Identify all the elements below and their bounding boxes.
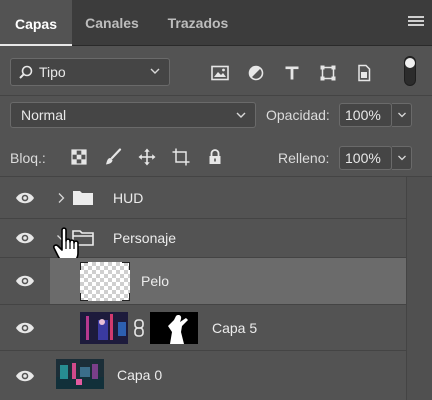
divider xyxy=(0,95,432,96)
layer-row-pelo[interactable]: Pelo xyxy=(0,258,406,305)
chevron-down-icon xyxy=(397,112,406,118)
layer-name: Pelo xyxy=(141,273,170,289)
chevron-down-icon xyxy=(236,112,246,118)
chevron-down-icon xyxy=(150,68,160,74)
fill-label: Relleno: xyxy=(278,150,330,166)
lock-transparent-pixels-icon[interactable] xyxy=(62,146,96,168)
layers-scrollbar[interactable] xyxy=(406,177,432,400)
layer-filter-row: Tipo xyxy=(10,56,422,88)
panel-tab-bar: Capas Canales Trazados xyxy=(0,0,432,47)
lock-all-icon[interactable] xyxy=(198,146,232,168)
fill-input[interactable]: 100% xyxy=(339,146,392,170)
lock-icons-group xyxy=(62,146,232,168)
visibility-eye-icon[interactable] xyxy=(0,219,50,257)
layer-row-capa-0[interactable]: Capa 0 xyxy=(0,351,406,400)
search-icon xyxy=(19,65,33,79)
layer-mask-thumbnail[interactable] xyxy=(150,312,198,344)
fill-slider-toggle[interactable] xyxy=(392,146,412,170)
layer-row-capa-5[interactable]: Capa 5 xyxy=(0,305,406,351)
panel-menu-icon[interactable] xyxy=(408,16,424,30)
tab-capas-label: Capas xyxy=(14,15,58,32)
chevron-down-icon xyxy=(397,155,406,161)
filter-icons-group xyxy=(202,60,382,86)
fill-value: 100% xyxy=(345,150,381,166)
layer-thumbnail[interactable] xyxy=(80,312,128,344)
layer-thumbnail[interactable] xyxy=(56,359,104,389)
shape-filter-icon[interactable] xyxy=(310,60,346,86)
chevron-right-icon[interactable] xyxy=(57,192,65,204)
opacity-slider-toggle[interactable] xyxy=(392,103,412,127)
visibility-eye-icon[interactable] xyxy=(0,258,50,304)
opacity-input[interactable]: 100% xyxy=(339,103,392,127)
tab-trazados[interactable]: Trazados xyxy=(152,0,244,46)
visibility-eye-icon[interactable] xyxy=(0,305,50,350)
layer-row-personaje[interactable]: Personaje xyxy=(0,219,406,264)
smart-object-filter-icon[interactable] xyxy=(346,60,382,86)
selection-corners-icon xyxy=(80,262,130,301)
folder-icon xyxy=(73,191,93,205)
adjustment-filter-icon[interactable] xyxy=(238,60,274,86)
visibility-eye-icon[interactable] xyxy=(0,351,50,400)
opacity-value: 100% xyxy=(345,107,381,123)
text-filter-icon[interactable] xyxy=(274,60,310,86)
layer-thumbnail[interactable] xyxy=(80,262,130,301)
layers-list: HUD Personaje Pelo Capa 5 Capa 0 xyxy=(0,177,432,400)
filter-type-label: Tipo xyxy=(39,64,66,80)
layer-name: HUD xyxy=(113,190,144,206)
layer-row-hud[interactable]: HUD xyxy=(0,177,406,219)
opacity-label: Opacidad: xyxy=(266,107,330,123)
blend-mode-select[interactable]: Normal xyxy=(10,102,256,128)
image-filter-icon[interactable] xyxy=(202,60,238,86)
tab-trazados-label: Trazados xyxy=(167,15,229,31)
tab-canales[interactable]: Canales xyxy=(72,0,152,46)
tab-canales-label: Canales xyxy=(85,15,139,31)
tab-capas[interactable]: Capas xyxy=(0,0,72,47)
chain-link-icon[interactable] xyxy=(133,319,145,337)
visibility-eye-icon[interactable] xyxy=(0,177,50,218)
layer-name: Capa 5 xyxy=(212,320,258,336)
filter-type-select[interactable]: Tipo xyxy=(10,58,170,86)
lock-image-pixels-icon[interactable] xyxy=(96,146,130,168)
layer-name: Capa 0 xyxy=(117,367,163,383)
layer-name: Personaje xyxy=(113,230,177,246)
lock-label: Bloq.: xyxy=(10,150,46,166)
lock-position-icon[interactable] xyxy=(130,146,164,168)
lock-artboard-icon[interactable] xyxy=(164,146,198,168)
blend-mode-value: Normal xyxy=(21,107,67,123)
filter-toggle-switch[interactable] xyxy=(404,56,416,86)
